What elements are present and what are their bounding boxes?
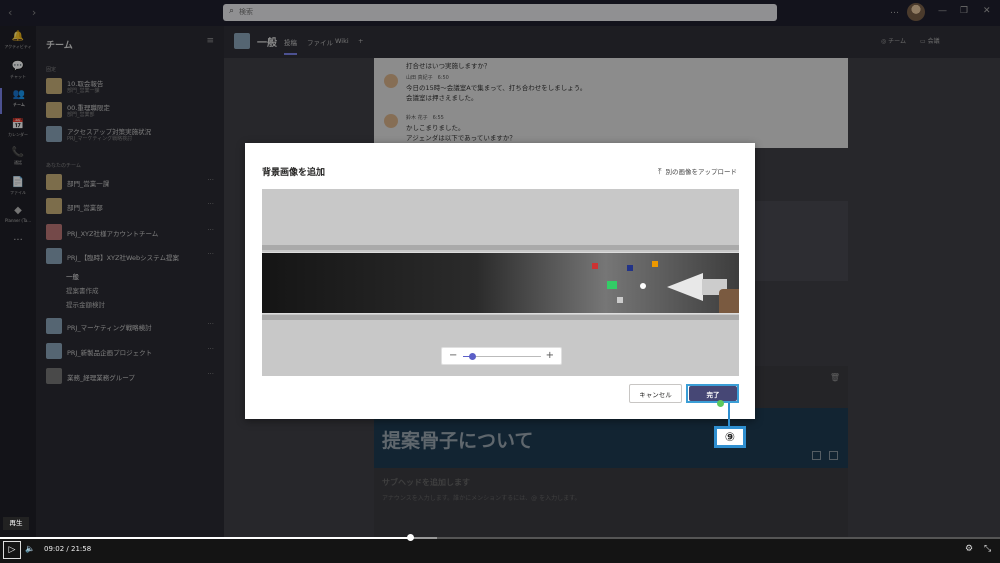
video-control-bar <box>0 537 1000 563</box>
zoom-slider-thumb[interactable] <box>469 353 477 360</box>
upload-icon: ⤒ <box>657 167 662 176</box>
play-icon: ▷ <box>8 545 16 555</box>
image-decoration <box>640 283 646 289</box>
step-callout: ⑨ <box>714 426 746 448</box>
seek-handle[interactable] <box>407 534 414 541</box>
volume-icon[interactable]: 🔈 <box>25 544 35 553</box>
zoom-out-button[interactable]: − <box>449 350 457 362</box>
play-button[interactable]: ▷ <box>3 541 21 559</box>
cancel-button[interactable]: キャンセル <box>629 384 682 403</box>
settings-icon[interactable]: ⚙ <box>965 544 973 554</box>
megaphone-image <box>667 273 703 301</box>
crop-area[interactable] <box>262 252 739 314</box>
hand-image <box>719 289 739 313</box>
buffered-bar <box>410 537 437 539</box>
play-tooltip: 再生 <box>3 517 29 530</box>
video-progress-bar[interactable] <box>0 534 1000 541</box>
upload-link[interactable]: ⤒ 別の画像をアップロード <box>658 166 737 177</box>
image-preview[interactable]: − + <box>262 189 739 376</box>
time-display: 09:02 / 21:58 <box>44 545 92 553</box>
cursor-indicator <box>717 400 724 407</box>
zoom-in-button[interactable]: + <box>546 350 554 362</box>
image-decoration <box>617 297 623 303</box>
played-bar <box>0 537 410 539</box>
zoom-control: − + <box>441 347 562 365</box>
image-decoration <box>652 261 658 267</box>
fullscreen-exit-icon[interactable]: ⤡ <box>984 544 991 554</box>
image-decoration <box>607 281 617 289</box>
dialog-title: 背景画像を追加 <box>262 168 326 178</box>
done-button-highlight <box>686 384 739 403</box>
image-decoration <box>627 265 633 271</box>
preview-divider <box>262 315 739 320</box>
image-decoration <box>592 263 598 269</box>
preview-divider <box>262 245 739 250</box>
callout-line <box>728 403 730 426</box>
background-image-dialog: 背景画像を追加 ⤒ 別の画像をアップロード − + キャンセル 完了 <box>245 143 755 419</box>
